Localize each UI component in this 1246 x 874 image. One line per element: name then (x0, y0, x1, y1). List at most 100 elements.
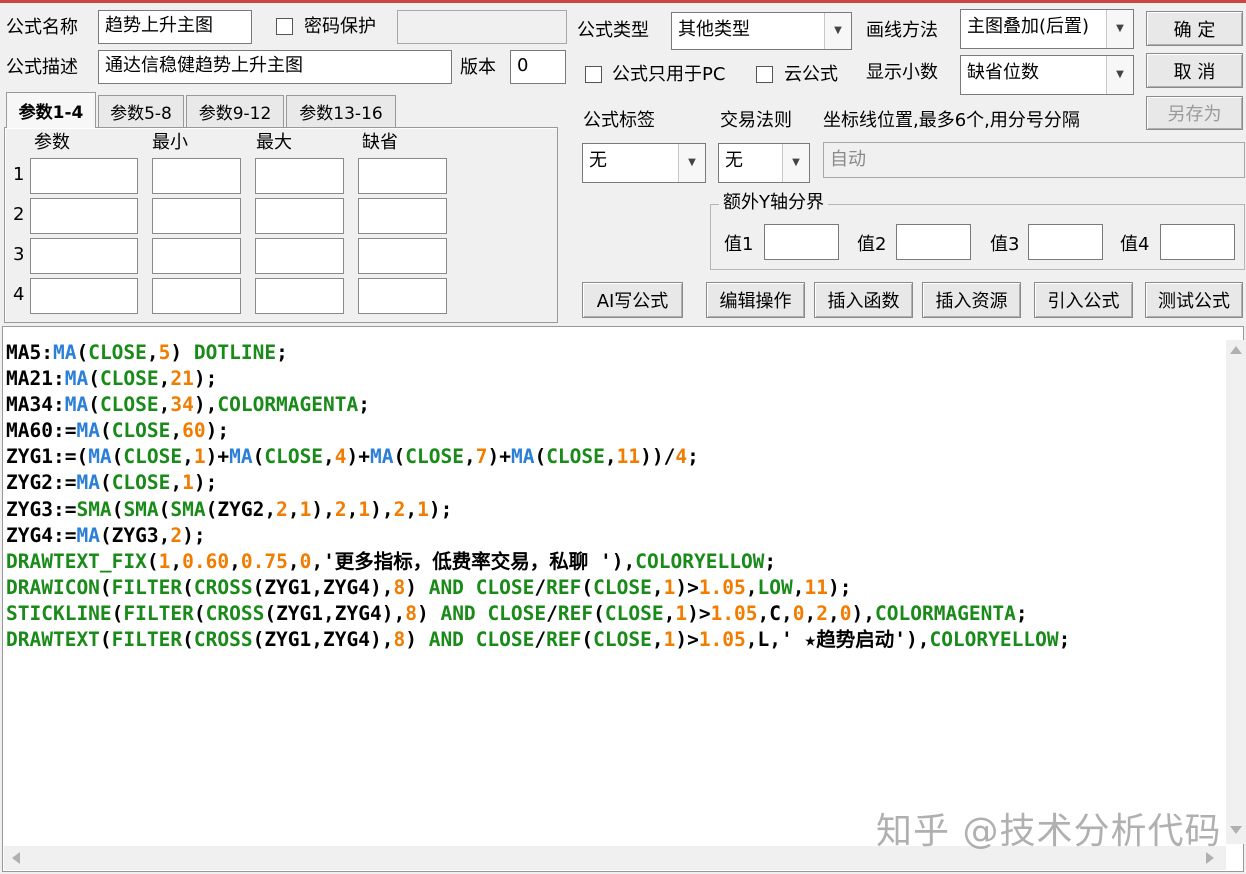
code-token: 21 (170, 367, 194, 391)
chevron-down-icon[interactable]: ▼ (1106, 56, 1133, 94)
draw-method-select[interactable]: 主图叠加(后置) ▼ (960, 9, 1134, 49)
code-token: 1 (299, 497, 312, 521)
version-input[interactable]: 0 (510, 50, 566, 84)
import-formula-button[interactable]: 引入公式 (1034, 282, 1133, 318)
code-token: ( (193, 601, 206, 625)
tab-params-13-16[interactable]: 参数13-16 (286, 95, 396, 127)
param-name-input[interactable] (30, 158, 138, 194)
value4-input[interactable] (1160, 224, 1235, 260)
code-token: ( (158, 497, 171, 521)
param-min-input[interactable] (152, 278, 241, 314)
formula-tag-label: 公式标签 (583, 110, 655, 131)
formula-type-select[interactable]: 其他类型 ▼ (671, 12, 852, 50)
param-default-input[interactable] (358, 238, 447, 274)
code-token: 11 (804, 575, 828, 599)
param-default-input[interactable] (358, 158, 447, 194)
param-row-number: 2 (13, 204, 25, 225)
value3-input[interactable] (1028, 224, 1103, 260)
code-line: ZYG2:=MA(CLOSE,1); (6, 470, 1070, 496)
code-token: AND (440, 601, 476, 625)
window-top-border (0, 0, 1246, 3)
param-max-input[interactable] (255, 278, 344, 314)
code-token: 0 (792, 601, 805, 625)
code-token: COLORYELLOW (929, 628, 1059, 652)
code-token: ); (428, 497, 453, 521)
value1-input[interactable] (764, 224, 839, 260)
test-formula-button[interactable]: 测试公式 (1145, 282, 1243, 318)
tab-params-5-8[interactable]: 参数5-8 (98, 95, 184, 127)
code-token: ; (687, 445, 699, 469)
param-max-input[interactable] (255, 238, 344, 274)
code-token: ) (170, 341, 194, 364)
param-row-number: 1 (13, 164, 25, 185)
chevron-down-icon[interactable]: ▼ (782, 144, 809, 182)
edit-operation-button[interactable]: 编辑操作 (706, 282, 805, 318)
insert-resource-button[interactable]: 插入资源 (922, 282, 1021, 318)
param-name-input[interactable] (30, 198, 138, 234)
ai-formula-button[interactable]: AI写公式 (582, 282, 683, 318)
formula-tag-select[interactable]: 无 ▼ (582, 143, 706, 183)
watermark: 知乎 @技术分析代码 (876, 811, 1222, 852)
cancel-button[interactable]: 取 消 (1146, 53, 1243, 88)
scroll-down-icon[interactable] (1230, 826, 1242, 834)
pc-only-checkbox[interactable] (585, 66, 602, 83)
trade-rule-select[interactable]: 无 ▼ (718, 143, 810, 183)
code-token: , (651, 575, 664, 599)
code-token: MA (370, 445, 394, 469)
chevron-down-icon[interactable]: ▼ (824, 13, 851, 49)
chevron-down-icon[interactable]: ▼ (1106, 10, 1133, 48)
axis-lines-input[interactable]: 自动 (823, 142, 1245, 178)
formula-desc-input[interactable]: 通达信稳健趋势上升主图 (98, 50, 452, 84)
code-token: MA5: (6, 341, 53, 364)
param-min-input[interactable] (152, 238, 241, 274)
code-line: MA60:=MA(CLOSE,60); (6, 418, 1070, 444)
value2-input[interactable] (896, 224, 971, 260)
scroll-left-icon[interactable] (12, 852, 20, 864)
cloud-checkbox[interactable] (756, 66, 773, 83)
code-token: CLOSE (593, 575, 652, 599)
code-token: ( (111, 601, 124, 625)
ok-button[interactable]: 确 定 (1146, 11, 1243, 46)
insert-function-button[interactable]: 插入函数 (814, 282, 913, 318)
code-token: ; (1015, 601, 1028, 625)
code-token: , (828, 601, 840, 625)
code-token: ( (111, 497, 124, 521)
param-min-input[interactable] (152, 158, 241, 194)
param-name-input[interactable] (30, 278, 138, 314)
code-token: ( (593, 601, 605, 625)
password-checkbox[interactable] (276, 18, 293, 35)
code-token: ), (370, 497, 394, 521)
param-header-default: 缺省 (362, 132, 398, 153)
password-input[interactable] (397, 10, 567, 44)
chevron-down-icon[interactable]: ▼ (678, 144, 705, 182)
code-token: 1 (182, 471, 194, 495)
code-token: )> (687, 601, 711, 625)
code-token: ZYG2:= (6, 471, 77, 495)
code-token: CLOSE (111, 419, 171, 443)
code-line: MA34:MA(CLOSE,34),COLORMAGENTA; (6, 392, 1070, 418)
param-default-input[interactable] (358, 198, 447, 234)
vertical-scrollbar[interactable] (1226, 340, 1244, 844)
code-token: ; (358, 393, 370, 417)
param-name-input[interactable] (30, 238, 138, 274)
code-token: 34 (170, 393, 194, 417)
decimal-select[interactable]: 缺省位数 ▼ (960, 55, 1134, 95)
param-min-input[interactable] (152, 198, 241, 234)
param-header-max: 最大 (256, 132, 292, 153)
formula-name-input[interactable]: 趋势上升主图 (98, 10, 252, 44)
save-as-button[interactable]: 另存为 (1146, 96, 1243, 130)
code-token: 1.05 (698, 628, 746, 652)
tab-params-1-4[interactable]: 参数1-4 (6, 92, 96, 128)
code-token: , (146, 341, 159, 364)
code-token: , (170, 549, 183, 573)
code-token: 8 (405, 601, 417, 625)
code-token: AND (428, 628, 464, 652)
scroll-up-icon[interactable] (1230, 346, 1242, 354)
param-max-input[interactable] (255, 198, 344, 234)
tab-params-9-12[interactable]: 参数9-12 (186, 95, 284, 127)
param-default-input[interactable] (358, 278, 447, 314)
code-token: DRAWICON (6, 575, 100, 599)
param-max-input[interactable] (255, 158, 344, 194)
code-token: MA (64, 367, 89, 391)
